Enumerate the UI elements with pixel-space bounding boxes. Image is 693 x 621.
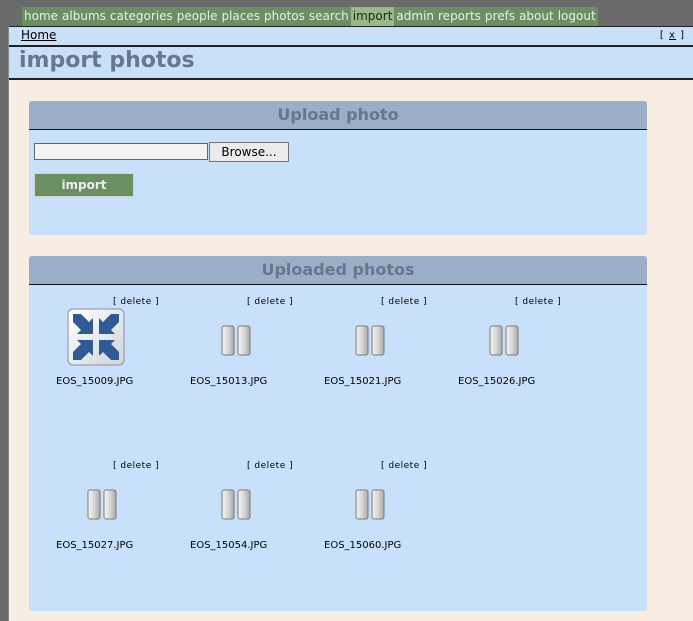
nav-about[interactable]: about bbox=[517, 7, 556, 26]
nav-categories[interactable]: categories bbox=[108, 7, 175, 26]
title-bar: import photos bbox=[9, 47, 693, 80]
delete-link[interactable]: [ delete ] bbox=[381, 297, 427, 307]
uploaded-photos-panel: Uploaded photos [ delete ] EOS_15009.JPG… bbox=[29, 256, 647, 611]
upload-photo-header: Upload photo bbox=[29, 101, 647, 130]
photo-thumbnail: [ delete ] EOS_15060.JPG bbox=[297, 450, 431, 614]
delete-link[interactable]: [ delete ] bbox=[515, 297, 561, 307]
nav-reports[interactable]: reports bbox=[436, 7, 483, 26]
nav-photos[interactable]: photos bbox=[262, 7, 307, 26]
pause-icon[interactable] bbox=[86, 488, 118, 520]
pause-icon[interactable] bbox=[354, 324, 386, 356]
top-navigation: home albums categories people places pho… bbox=[22, 7, 598, 26]
close-bracket-close: ] bbox=[675, 30, 685, 41]
nav-search[interactable]: search bbox=[307, 7, 351, 26]
close-button[interactable]: [ x ] bbox=[660, 30, 685, 41]
nav-albums[interactable]: albums bbox=[60, 7, 108, 26]
main-frame: Home [ x ] import photos Upload photo Br… bbox=[8, 26, 693, 621]
file-path-input[interactable] bbox=[34, 143, 208, 160]
nav-home[interactable]: home bbox=[22, 7, 60, 26]
delete-link[interactable]: [ delete ] bbox=[113, 297, 159, 307]
photo-thumbnail: [ delete ] EOS_15021.JPG bbox=[297, 286, 431, 450]
upload-photo-panel: Upload photo Browse... import bbox=[29, 101, 647, 235]
photo-filename: EOS_15013.JPG bbox=[190, 376, 268, 387]
photo-filename: EOS_15026.JPG bbox=[458, 376, 536, 387]
pause-icon[interactable] bbox=[354, 488, 386, 520]
pause-icon[interactable] bbox=[220, 488, 252, 520]
photo-thumbnail: [ delete ] EOS_15027.JPG bbox=[29, 450, 163, 614]
nav-places[interactable]: places bbox=[219, 7, 262, 26]
pause-icon[interactable] bbox=[220, 324, 252, 356]
photo-filename: EOS_15054.JPG bbox=[190, 540, 268, 551]
photo-filename: EOS_15021.JPG bbox=[324, 376, 402, 387]
import-button[interactable]: import bbox=[34, 173, 134, 197]
photo-thumbnail: [ delete ] EOS_15054.JPG bbox=[163, 450, 297, 614]
nav-admin[interactable]: admin bbox=[394, 7, 436, 26]
nav-logout[interactable]: logout bbox=[556, 7, 598, 26]
delete-link[interactable]: [ delete ] bbox=[247, 297, 293, 307]
photo-filename: EOS_15060.JPG bbox=[324, 540, 402, 551]
photo-thumbnail: [ delete ] EOS_15013.JPG bbox=[163, 286, 297, 450]
breadcrumb: Home [ x ] bbox=[9, 26, 693, 47]
photo-thumbnail: [ delete ] EOS_15026.JPG bbox=[431, 286, 565, 450]
nav-people[interactable]: people bbox=[175, 7, 220, 26]
nav-import[interactable]: import bbox=[350, 7, 395, 26]
delete-link[interactable]: [ delete ] bbox=[381, 461, 427, 471]
page-title: import photos bbox=[19, 48, 195, 73]
nav-prefs[interactable]: prefs bbox=[483, 7, 517, 26]
close-bracket-open: [ bbox=[659, 30, 669, 41]
photo-filename: EOS_15027.JPG bbox=[56, 540, 134, 551]
loading-arrows-icon[interactable] bbox=[67, 308, 125, 366]
photo-filename: EOS_15009.JPG bbox=[56, 376, 134, 387]
close-x-label: x bbox=[668, 30, 676, 41]
browse-button[interactable]: Browse... bbox=[209, 142, 289, 162]
photo-thumbnail: [ delete ] EOS_15009.JPG bbox=[29, 286, 163, 450]
delete-link[interactable]: [ delete ] bbox=[113, 461, 159, 471]
delete-link[interactable]: [ delete ] bbox=[247, 461, 293, 471]
uploaded-photos-header: Uploaded photos bbox=[29, 256, 647, 285]
breadcrumb-home-link[interactable]: Home bbox=[21, 28, 56, 42]
pause-icon[interactable] bbox=[488, 324, 520, 356]
